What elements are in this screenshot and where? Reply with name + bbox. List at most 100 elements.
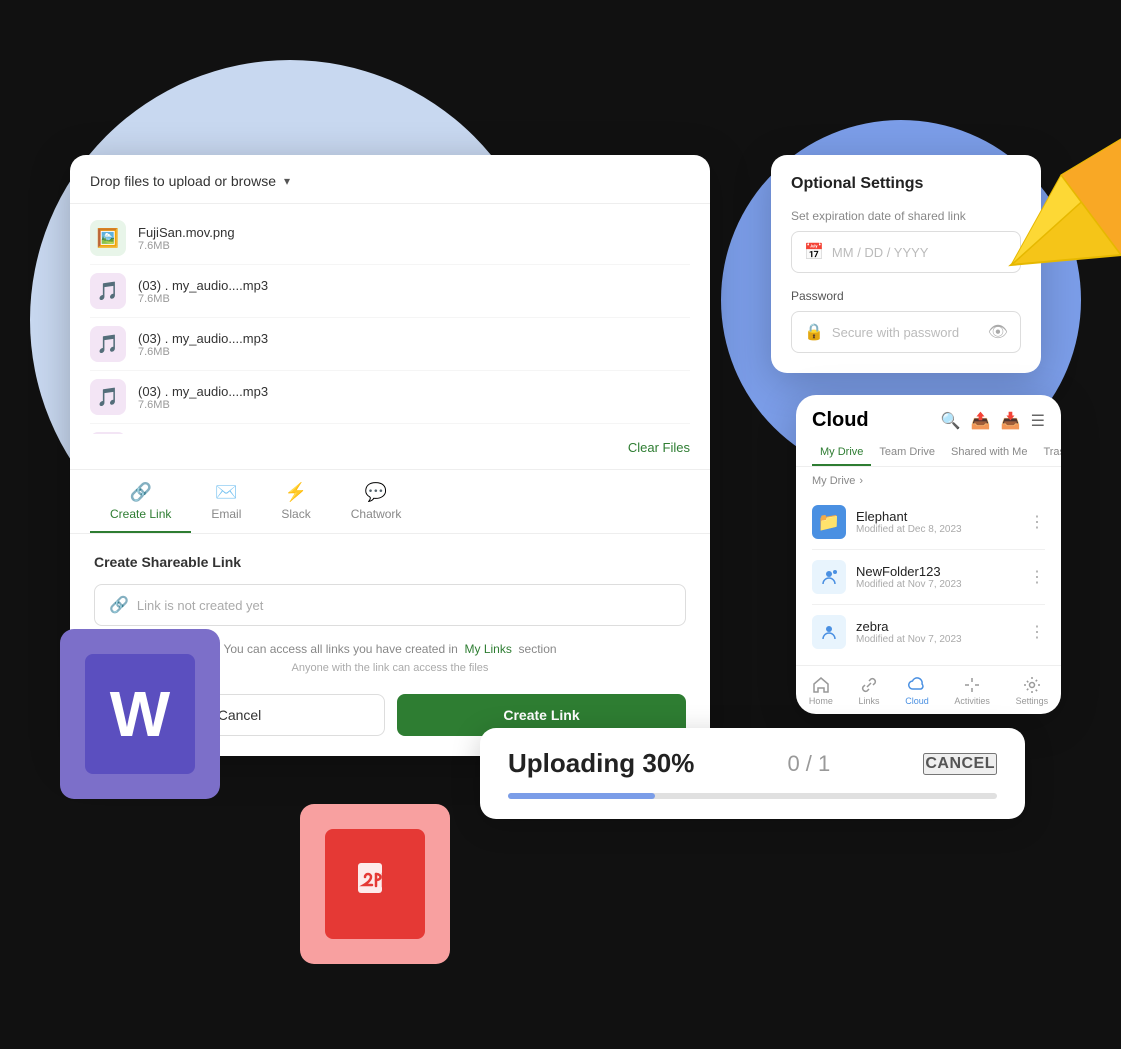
link-placeholder: Link is not created yet [137, 598, 263, 613]
cloud-title: Cloud [812, 409, 869, 432]
progress-bar-bg [508, 793, 997, 799]
file-name: (03) . my_audio....mp3 [138, 384, 690, 399]
cloud-breadcrumb: My Drive › [796, 467, 1061, 495]
pdf-symbol [325, 829, 425, 939]
upload-label: Drop files to upload or browse [90, 173, 276, 189]
folder-shared-icon [812, 615, 846, 649]
cloud-tab-mydrive[interactable]: My Drive [812, 440, 871, 466]
file-size: 7.6MB [138, 399, 690, 411]
cloud-tab-trash[interactable]: Trash [1035, 440, 1061, 466]
breadcrumb-arrow: › [859, 475, 863, 487]
upload-icon[interactable]: 📤 [971, 411, 991, 431]
tab-label: Email [211, 507, 241, 521]
slack-icon: ⚡ [285, 482, 307, 503]
nav-cloud[interactable]: Cloud [905, 676, 929, 706]
list-item: 🖼️ FujiSan.mov.png 7.6MB [90, 212, 690, 265]
calendar-icon: 📅 [804, 242, 824, 262]
more-icon[interactable]: ☰ [1031, 411, 1045, 431]
word-file-icon: W [60, 629, 220, 799]
link-icon: 🔗 [129, 482, 151, 503]
upload-cancel-button[interactable]: CANCEL [923, 753, 997, 775]
tabs-bar: 🔗 Create Link ✉️ Email ⚡ Slack 💬 Chatwor… [70, 470, 710, 534]
file-icon: 🎵 [90, 273, 126, 309]
folder-item: NewFolder123 Modified at Nov 7, 2023 ⋮ [812, 550, 1045, 605]
clear-files-row: Clear Files [70, 434, 710, 469]
file-icon: 🎵 [90, 326, 126, 362]
file-name: (03) . my_audio....mp3 [138, 331, 690, 346]
file-list: 🖼️ FujiSan.mov.png 7.6MB 🎵 (03) . my_aud… [70, 204, 710, 434]
date-input[interactable]: 📅 MM / DD / YYYY [791, 231, 1021, 273]
breadcrumb-item: My Drive [812, 475, 855, 487]
password-label: Password [791, 289, 1021, 303]
expiry-label: Set expiration date of shared link [791, 209, 1021, 223]
password-input[interactable]: 🔒 Secure with password 👁 [791, 311, 1021, 353]
folder-date: Modified at Dec 8, 2023 [856, 524, 1019, 535]
file-icon: 🎵 [90, 379, 126, 415]
upload-progress-bar: Uploading 30% 0 / 1 CANCEL [480, 728, 1025, 819]
file-size: 7.6MB [138, 346, 690, 358]
email-icon: ✉️ [215, 482, 237, 503]
cloud-bottom-nav: Home Links Cloud Activities Settings [796, 665, 1061, 714]
folder-name: NewFolder123 [856, 564, 1019, 579]
folder-name: Elephant [856, 509, 1019, 524]
file-icon: 🖼️ [90, 220, 126, 256]
cloud-header: Cloud 🔍 📤 📥 ☰ [796, 395, 1061, 432]
list-item: 🎵 (03) . my_audio....mp3 7.6MB [90, 265, 690, 318]
eye-icon[interactable]: 👁 [988, 322, 1008, 342]
tab-chatwork[interactable]: 💬 Chatwork [331, 470, 422, 533]
cloud-tab-shared[interactable]: Shared with Me [943, 440, 1035, 466]
download-icon[interactable]: 📥 [1001, 411, 1021, 431]
nav-settings[interactable]: Settings [1016, 676, 1049, 706]
my-links-link[interactable]: My Links [465, 642, 512, 656]
nav-activities[interactable]: Activities [954, 676, 990, 706]
upload-area[interactable]: Drop files to upload or browse ▾ [70, 155, 710, 204]
tab-label: Chatwork [351, 507, 402, 521]
nav-links[interactable]: Links [859, 676, 880, 706]
search-icon[interactable]: 🔍 [941, 411, 961, 431]
upload-progress-row: Uploading 30% 0 / 1 CANCEL [508, 748, 997, 779]
word-letter: W [85, 654, 195, 774]
folder-item: 📁 Elephant Modified at Dec 8, 2023 ⋮ [812, 495, 1045, 550]
upload-progress-text: Uploading 30% [508, 748, 694, 779]
folder-more-icon[interactable]: ⋮ [1029, 567, 1045, 587]
tab-slack[interactable]: ⚡ Slack [261, 470, 330, 533]
list-item: 🎵 (03) . my_audio....mp3 7.6MB [90, 318, 690, 371]
folder-shared-icon [812, 560, 846, 594]
pdf-file-icon [300, 804, 450, 964]
cloud-widget: Cloud 🔍 📤 📥 ☰ My Drive Team Drive Shared… [796, 395, 1061, 714]
file-icon: 🎵 [90, 432, 126, 434]
folder-name: zebra [856, 619, 1019, 634]
chatwork-icon: 💬 [365, 482, 387, 503]
folder-item: zebra Modified at Nov 7, 2023 ⋮ [812, 605, 1045, 659]
list-item: 🎵 (03) . my_audio....mp3 7.6MB [90, 424, 690, 434]
lock-icon: 🔒 [804, 322, 824, 342]
folder-more-icon[interactable]: ⋮ [1029, 512, 1045, 532]
section-title: Create Shareable Link [94, 554, 686, 570]
tab-create-link[interactable]: 🔗 Create Link [90, 470, 191, 533]
folder-date: Modified at Nov 7, 2023 [856, 634, 1019, 645]
cloud-tabs: My Drive Team Drive Shared with Me Trash [796, 432, 1061, 467]
folder-more-icon[interactable]: ⋮ [1029, 622, 1045, 642]
nav-home[interactable]: Home [809, 676, 833, 706]
tab-email[interactable]: ✉️ Email [191, 470, 261, 533]
file-size: 7.6MB [138, 293, 690, 305]
tab-label: Slack [281, 507, 310, 521]
chevron-down-icon: ▾ [284, 174, 290, 188]
optional-settings-title: Optional Settings [791, 175, 1021, 193]
clear-files-button[interactable]: Clear Files [628, 440, 690, 455]
link-input[interactable]: 🔗 Link is not created yet [94, 584, 686, 626]
file-name: (03) . my_audio....mp3 [138, 278, 690, 293]
folder-date: Modified at Nov 7, 2023 [856, 579, 1019, 590]
link-icon-small: 🔗 [109, 595, 129, 615]
date-placeholder: MM / DD / YYYY [832, 245, 929, 260]
password-placeholder: Secure with password [832, 325, 980, 340]
cloud-header-icons: 🔍 📤 📥 ☰ [941, 411, 1045, 431]
cloud-tab-teamdrive[interactable]: Team Drive [871, 440, 943, 466]
list-item: 🎵 (03) . my_audio....mp3 7.6MB [90, 371, 690, 424]
progress-bar-fill [508, 793, 655, 799]
file-size: 7.6MB [138, 240, 690, 252]
folder-icon: 📁 [812, 505, 846, 539]
file-name: FujiSan.mov.png [138, 225, 690, 240]
cloud-folder-list: 📁 Elephant Modified at Dec 8, 2023 ⋮ New… [796, 495, 1061, 659]
upload-count: 0 / 1 [787, 751, 830, 777]
